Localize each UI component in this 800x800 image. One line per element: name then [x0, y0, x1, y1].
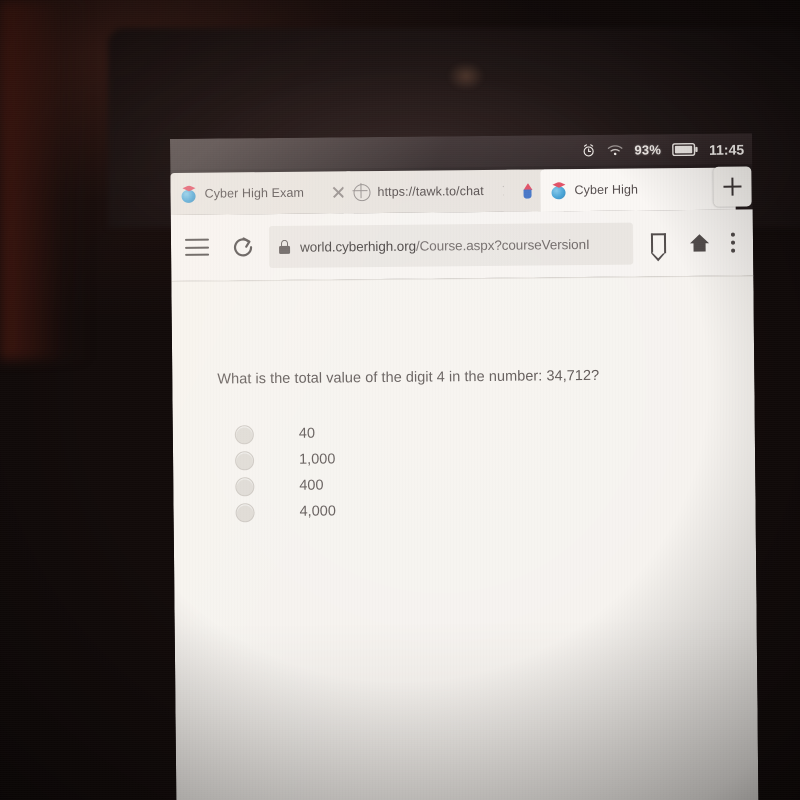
photo-of-tablet-screen: 93% 11:45 Cyber High Exam https://tawk.t…: [0, 0, 800, 800]
three-dot-menu-icon[interactable]: [721, 231, 745, 254]
answer-option-row[interactable]: 4,000: [235, 498, 336, 525]
lock-icon: [279, 239, 291, 254]
tab-title: Cyber High Exam: [204, 185, 305, 201]
home-icon[interactable]: [678, 232, 721, 254]
wifi-icon: [607, 144, 623, 157]
hamburger-menu-icon[interactable]: [184, 238, 210, 257]
answer-option-label: 40: [298, 425, 316, 442]
answer-option-row[interactable]: 1,000: [234, 446, 336, 473]
radio-button[interactable]: [235, 476, 255, 496]
answer-options-list: 40 1,000 400 4,000: [234, 420, 336, 525]
tab-cyber-high[interactable]: Cyber High: [540, 167, 736, 212]
camera-lens-flare: [448, 62, 484, 90]
partial-tab-favicon-icon: [519, 182, 536, 199]
new-tab-button[interactable]: [713, 166, 752, 207]
url-host: world.cyberhigh.org: [299, 238, 417, 255]
clock-label: 11:45: [709, 140, 745, 158]
battery-percent-label: 93%: [634, 142, 662, 158]
answer-option-row[interactable]: 40: [234, 420, 336, 447]
url-text: world.cyberhigh.org/Course.aspx?courseVe…: [300, 236, 590, 254]
radio-button[interactable]: [234, 450, 255, 470]
cyberhigh-graduation-globe-icon: [180, 185, 197, 203]
answer-option-label: 1,000: [299, 451, 336, 468]
answer-option-label: 4,000: [299, 503, 336, 520]
tab-tawk-chat[interactable]: https://tawk.to/chat: [343, 169, 524, 214]
url-bar[interactable]: world.cyberhigh.org/Course.aspx?courseVe…: [268, 222, 634, 269]
cyberhigh-graduation-globe-icon: [550, 182, 567, 199]
page-content: What is the total value of the digit 4 i…: [171, 275, 759, 800]
globe-icon: [353, 183, 371, 201]
alarm-clock-icon: [581, 143, 596, 158]
battery-icon: [672, 142, 698, 157]
browser-toolbar: world.cyberhigh.org/Course.aspx?courseVe…: [170, 209, 754, 281]
tab-title: https://tawk.to/chat: [377, 183, 484, 200]
ambient-red-light: [0, 0, 90, 360]
tablet-screen: 93% 11:45 Cyber High Exam https://tawk.t…: [170, 133, 759, 800]
url-path: /Course.aspx?courseVersionI: [415, 236, 590, 254]
answer-option-label: 400: [299, 477, 324, 494]
answer-option-row[interactable]: 400: [235, 472, 336, 499]
bookmark-icon[interactable]: [639, 233, 678, 254]
tab-strip: Cyber High Exam https://tawk.to/chat Cyb…: [170, 164, 753, 215]
reload-icon[interactable]: [231, 235, 255, 259]
tab-title: Cyber High: [574, 182, 639, 198]
radio-button[interactable]: [235, 502, 255, 522]
question-text: What is the total value of the digit 4 i…: [217, 367, 600, 388]
tab-cyber-high-exam[interactable]: Cyber High Exam: [170, 171, 354, 215]
radio-button[interactable]: [234, 424, 254, 444]
